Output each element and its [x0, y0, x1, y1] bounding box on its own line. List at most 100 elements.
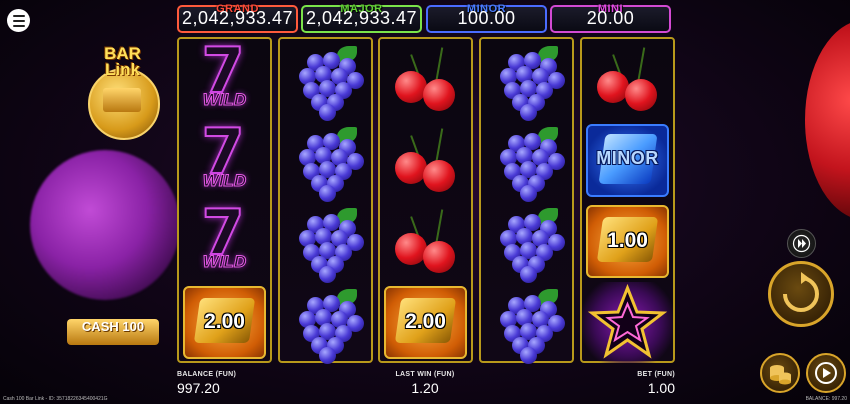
cherry-symbol: [391, 207, 461, 277]
cherry: [394, 70, 427, 103]
coins-icon: [770, 365, 791, 385]
reel-cell: [380, 39, 471, 120]
cherry-stem: [434, 208, 443, 245]
wild-label: WILD: [202, 170, 247, 190]
spin-icon: [783, 272, 819, 312]
menu-icon: [12, 14, 25, 17]
cherry: [394, 151, 427, 184]
wild-label: WILD: [202, 251, 247, 271]
grape: [519, 346, 537, 364]
jackpot-grand: GRAND 2,042,933.47: [177, 3, 298, 33]
reel-cell: [582, 282, 673, 363]
balance-value: 997.20: [177, 380, 220, 396]
grape: [318, 103, 336, 121]
grapes-symbol: [289, 44, 364, 121]
cash100-logo-text: CASH 100: [81, 319, 145, 334]
grapes-symbol: [490, 125, 565, 202]
grapes-symbol: [289, 206, 364, 283]
grape: [318, 346, 336, 364]
star-symbol: [582, 282, 673, 363]
star-icon: [587, 283, 668, 359]
jackpot-major-value: 2,042,933.47: [305, 8, 418, 28]
grape: [519, 103, 537, 121]
jackpot-minor-value: 100.00: [457, 8, 516, 28]
reel-1: 7 WILD 7 WILD 7 WILD 2.00: [177, 33, 272, 363]
bar-link-logo-text: BAR Link: [104, 44, 141, 79]
cherry-stem: [434, 127, 443, 164]
reel-cell: [481, 201, 572, 283]
grape: [318, 265, 336, 283]
cherry: [624, 78, 657, 111]
cherry: [394, 232, 427, 265]
reel-cell: 7 WILD: [179, 114, 270, 201]
reel-cell: [582, 39, 673, 120]
minor-bar-symbol: MINOR: [586, 124, 669, 197]
footer-game-id: Cash 100 Bar Link - ID: 3571822634540042…: [3, 396, 108, 402]
bet-value: 1.00: [647, 380, 675, 396]
reel-cell: [481, 39, 572, 121]
menu-button[interactable]: [7, 9, 30, 32]
seven-wild-symbol: 7 WILD: [190, 114, 260, 197]
cherry-stem: [434, 46, 443, 83]
bar-link-logo: BAR Link: [85, 42, 160, 140]
minor-label: MINOR: [596, 148, 659, 168]
cherry-stem: [636, 46, 645, 83]
seven-wild-symbol: 7 WILD: [190, 195, 260, 278]
reel-cell: [280, 39, 371, 121]
reel-cell: [481, 120, 572, 202]
reel-cell: [380, 201, 471, 282]
bar-value: 2.00: [405, 310, 446, 333]
bar-value: 2.00: [204, 310, 245, 333]
reel-cell: 2.00: [179, 282, 270, 363]
reel-cell: [380, 120, 471, 201]
autoplay-button[interactable]: [806, 353, 846, 393]
reel-4: [479, 37, 574, 364]
grapes-symbol: [289, 287, 364, 364]
reel-cell: [280, 120, 371, 202]
reel-cell: 7 WILD: [179, 33, 270, 120]
autoplay-icon: [815, 362, 837, 384]
gold-bar-symbol: 2.00: [183, 286, 266, 359]
grape: [318, 184, 336, 202]
turbo-button[interactable]: [787, 229, 816, 258]
grape: [519, 265, 537, 283]
cherry: [422, 159, 455, 192]
grapes-symbol: [490, 44, 565, 121]
gold-bars-icon: [103, 88, 141, 112]
reel-cell: [481, 282, 572, 364]
reel-2: [278, 37, 373, 364]
cherry-symbol: [593, 45, 663, 115]
background-cherry: [805, 20, 850, 220]
fast-forward-icon: [792, 234, 811, 253]
last-win-label: LAST WIN (FUN): [395, 371, 455, 378]
gold-bar-symbol: 1.00: [586, 205, 669, 278]
reel-cell: 7 WILD: [179, 195, 270, 282]
jackpot-major: MAJOR 2,042,933.47: [301, 3, 422, 33]
reel-5: MINOR 1.00: [580, 37, 675, 363]
cherry-symbol: [391, 126, 461, 196]
grapes-symbol: [490, 206, 565, 283]
reel-3: 2.00: [378, 37, 473, 363]
jackpot-grand-value: 2,042,933.47: [181, 8, 294, 28]
bar-value: 1.00: [607, 229, 648, 252]
reel-cell: 2.00: [380, 282, 471, 363]
footer-balance: BALANCE: 997.20: [805, 396, 847, 402]
gold-bar-symbol: 2.00: [384, 286, 467, 359]
reel-cell: [280, 282, 371, 364]
cherry: [422, 78, 455, 111]
game-stage: GRAND 2,042,933.47 MAJOR 2,042,933.47 MI…: [0, 0, 850, 404]
last-win-value: 1.20: [411, 380, 439, 396]
reel-cell: MINOR: [582, 120, 673, 201]
jackpot-mini: MINI 20.00: [550, 3, 671, 33]
spin-button[interactable]: [768, 261, 834, 327]
seven-wild-symbol: 7 WILD: [190, 33, 260, 116]
cash100-logo: CASH 100: [67, 305, 159, 350]
reel-cell: 1.00: [582, 201, 673, 282]
balance-label: BALANCE (FUN): [177, 371, 237, 378]
grapes-symbol: [490, 287, 565, 364]
cherry: [422, 240, 455, 273]
bet-settings-button[interactable]: [760, 353, 800, 393]
reel-cell: [280, 201, 371, 283]
cherry-symbol: [391, 45, 461, 115]
background-plum: [30, 150, 180, 300]
